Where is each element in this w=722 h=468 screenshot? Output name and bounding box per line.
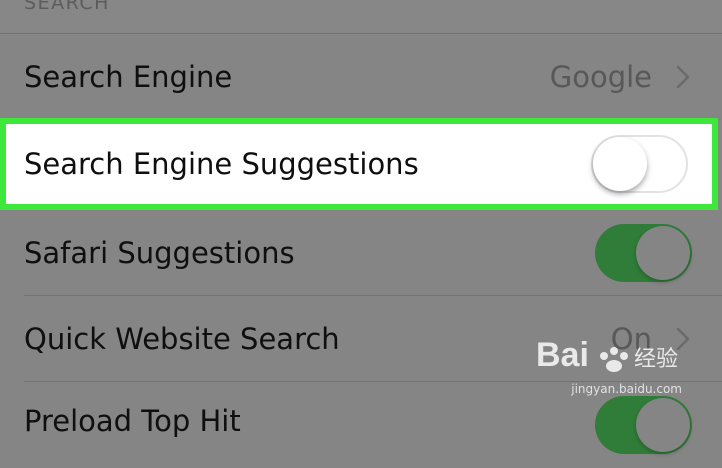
toggle-knob [636,398,690,452]
toggle-knob [593,137,647,191]
chevron-right-icon [676,65,690,89]
search-engine-value: Google [549,60,652,94]
toggle-knob [636,226,690,280]
svg-text:Bai: Bai [536,336,589,374]
preload-top-hit-toggle[interactable] [595,396,692,454]
search-engine-label: Search Engine [24,60,233,94]
search-engine-suggestions-row[interactable]: Search Engine Suggestions [0,118,718,210]
section-header-search: SEARCH [24,0,110,14]
safari-suggestions-toggle[interactable] [595,224,692,282]
search-engine-suggestions-toggle[interactable] [591,135,688,193]
search-engine-row[interactable]: Search Engine Google [0,34,722,120]
search-engine-suggestions-label: Search Engine Suggestions [24,147,419,181]
svg-text:经验: 经验 [634,347,678,372]
quick-website-search-label: Quick Website Search [24,322,340,356]
watermark-url-text: jingyan.baidu.com [571,382,682,396]
preload-top-hit-label: Preload Top Hit [24,404,241,438]
safari-suggestions-row[interactable]: Safari Suggestions [0,210,722,296]
safari-suggestions-label: Safari Suggestions [24,236,295,270]
baidu-jingyan-watermark-logo: Bai 经验 [536,336,678,374]
